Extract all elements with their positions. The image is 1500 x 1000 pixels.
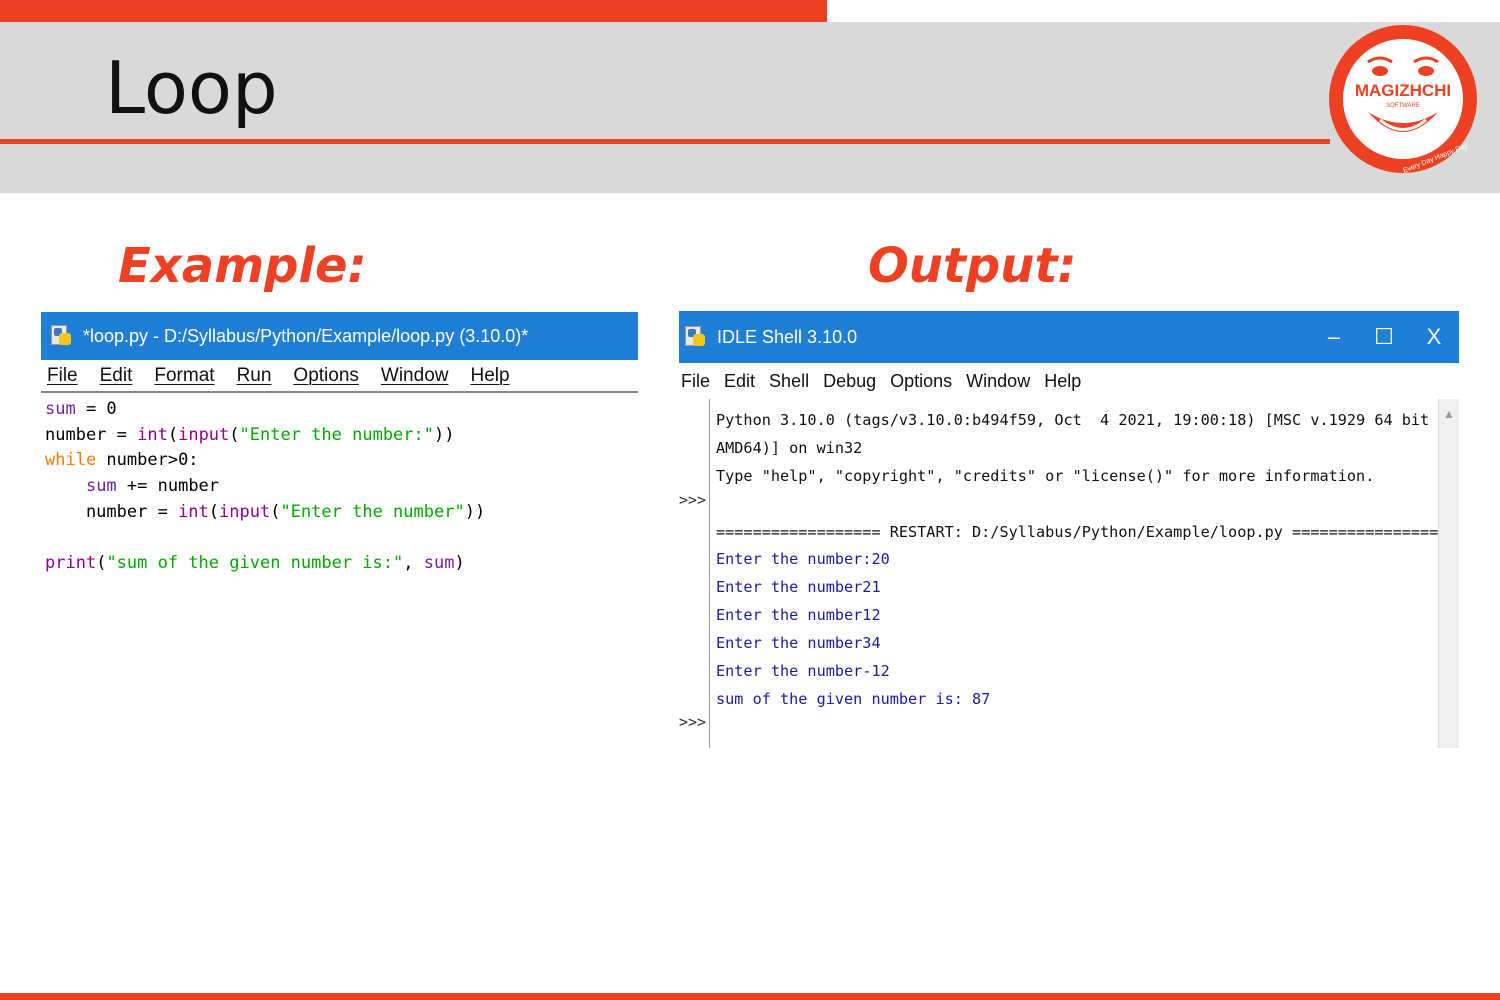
shell-menu-help[interactable]: Help [1044,371,1081,392]
shell-menu-shell[interactable]: Shell [769,371,809,392]
code-token: )) [464,501,486,522]
shell-menu-window[interactable]: Window [966,371,1030,392]
example-label: Example: [118,238,367,294]
vertical-scrollbar[interactable]: ▲ [1438,399,1459,748]
shell-title: IDLE Shell 3.10.0 [717,326,858,347]
code-token: "Enter the number" [280,501,465,522]
shell-titlebar[interactable]: IDLE Shell 3.10.0 – ☐ X [679,311,1459,363]
code-line-2: number = int(input("Enter the number:")) [45,423,638,449]
output-label: Output: [868,238,1077,294]
menu-file[interactable]: File [47,365,78,387]
python-file-icon [51,325,73,347]
header-rule [0,139,1330,144]
code-token: ( [167,424,179,445]
minimize-icon[interactable]: – [1309,311,1359,363]
code-line-4: sum += number [45,474,638,500]
code-token: print [45,553,97,574]
shell-menu-edit[interactable]: Edit [724,371,755,392]
menu-run[interactable]: Run [237,365,272,387]
slide-title: Loop [105,46,278,130]
editor-titlebar[interactable]: *loop.py - D:/Syllabus/Python/Example/lo… [41,312,638,360]
shell-line: Enter the number34 [716,634,881,653]
code-token: "sum of the given number is:" [106,553,404,574]
code-token: , [403,553,424,574]
menu-format[interactable]: Format [154,365,214,387]
code-token: int [178,501,209,522]
python-shell-icon [685,326,707,348]
bottom-rule [0,993,1500,1000]
code-token: number = [45,424,138,445]
code-token: sum [85,476,117,497]
shell-line: Python 3.10.0 (tags/v3.10.0:b494f59, Oct… [716,411,1438,429]
logo-sub: SOFTWARE [1386,103,1420,109]
editor-title: *loop.py - D:/Syllabus/Python/Example/lo… [83,325,529,346]
shell-menu-options[interactable]: Options [890,371,952,392]
prompt-gutter: >>> >>> [679,399,710,748]
code-line-1: sum = 0 [45,397,638,423]
code-token: input [178,424,230,445]
logo-name: MAGIZHCHI [1355,81,1451,100]
magizhchi-logo: MAGIZHCHI SOFTWARE Every Day Happy Day [1329,25,1477,174]
shell-menu-file[interactable]: File [681,371,710,392]
shell-line: Enter the number:20 [716,550,890,569]
shell-line: Type "help", "copyright", "credits" or "… [716,466,1375,485]
shell-window: IDLE Shell 3.10.0 – ☐ X File Edit Shell … [679,311,1459,748]
shell-menu-debug[interactable]: Debug [823,371,876,392]
editor-menubar: File Edit Format Run Options Window Help [41,360,638,393]
shell-line: AMD64)] on win32 [716,438,863,457]
code-token: ( [96,553,107,574]
code-token: sum [45,399,76,419]
shell-menubar: File Edit Shell Debug Options Window Hel… [679,363,1459,399]
editor-window: *loop.py - D:/Syllabus/Python/Example/lo… [41,312,638,612]
shell-prompt: >>> [679,713,707,731]
menu-help[interactable]: Help [470,365,509,387]
window-controls: – ☐ X [1309,311,1459,363]
shell-output-area[interactable]: >>> >>> Python 3.10.0 (tags/v3.10.0:b494… [679,399,1459,748]
code-token: ( [208,501,220,522]
menu-options[interactable]: Options [293,365,358,387]
code-token: ( [270,501,281,522]
code-token: ) [454,553,465,574]
code-token: ( [229,424,240,445]
shell-line: Enter the number12 [716,606,881,625]
code-token: number>0: [96,450,199,471]
code-token: number = [45,501,179,522]
code-token: int [137,424,168,445]
menu-window[interactable]: Window [381,365,449,387]
code-line-3: while number>0: [45,448,638,474]
shell-prompt: >>> [679,491,707,509]
code-token: += number [116,476,220,497]
shell-line: sum of the given number is: 87 [716,689,991,708]
code-token: "Enter the number:" [239,424,434,445]
shell-text: Python 3.10.0 (tags/v3.10.0:b494f59, Oct… [716,407,1438,714]
menu-edit[interactable]: Edit [100,365,133,387]
code-token: = 0 [75,399,117,419]
code-token: sum [423,553,455,574]
close-icon[interactable]: X [1409,311,1459,363]
code-token: while [45,450,97,471]
maximize-icon[interactable]: ☐ [1359,311,1409,363]
shell-line: ================== RESTART: D:/Syllabus/… [716,522,1438,541]
scroll-up-icon[interactable]: ▲ [1443,407,1455,421]
code-token: input [219,501,271,522]
code-token: )) [434,424,455,445]
code-line-7: print("sum of the given number is:", sum… [45,551,638,577]
top-accent-bar [0,0,827,22]
shell-line: Enter the number21 [716,578,881,597]
code-area[interactable]: sum = 0 number = int(input("Enter the nu… [41,393,638,577]
shell-line: Enter the number-12 [716,662,890,681]
code-line-5: number = int(input("Enter the number")) [45,500,638,526]
